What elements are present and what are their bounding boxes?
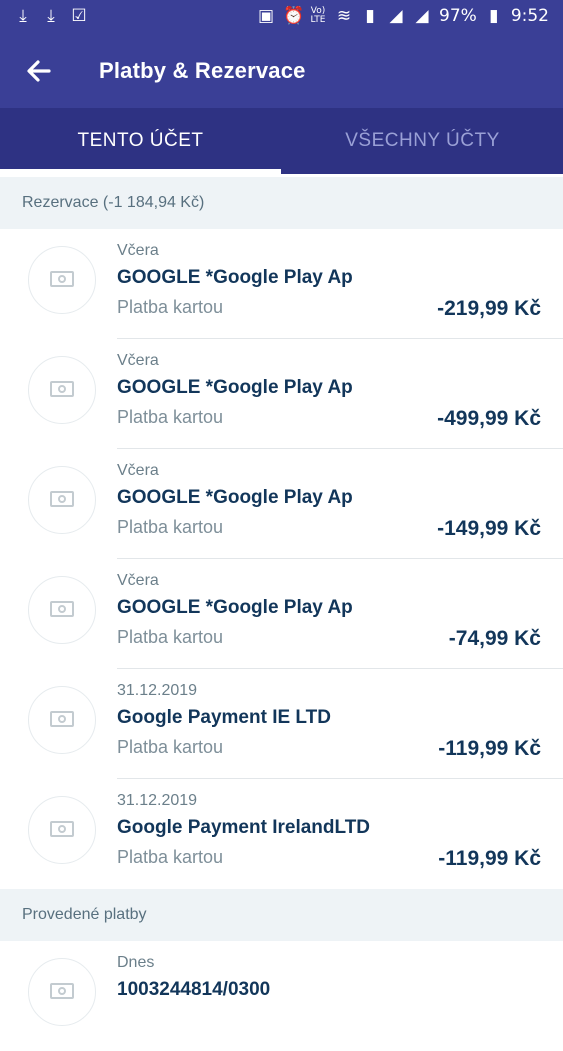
transaction-row[interactable]: Včera GOOGLE *Google Play Ap Platba kart… xyxy=(0,339,563,449)
status-bar: ⤓ ⤓ ☑ ▣ ⏰ Vo) LTE ≋ ▮ ◢ ◢ 97% ▮ 9:52 xyxy=(0,0,563,34)
transaction-amount: -149,99 Kč xyxy=(437,517,541,540)
nfc-icon: ▣ xyxy=(257,6,275,26)
banknote-icon xyxy=(50,601,74,617)
transaction-merchant: GOOGLE *Google Play Ap xyxy=(117,487,353,508)
avatar xyxy=(28,246,96,314)
tab-bar: TENTO ÚČET VŠECHNY ÚČTY xyxy=(0,108,563,174)
transaction-merchant: Google Payment IE LTD xyxy=(117,707,331,728)
banknote-icon xyxy=(50,711,74,727)
avatar xyxy=(28,576,96,644)
download-icon: ⤓ xyxy=(47,6,55,25)
transaction-date: Včera xyxy=(117,572,159,589)
transaction-merchant: Google Payment IrelandLTD xyxy=(117,817,371,838)
status-left-icons: ⤓ ⤓ ☑ xyxy=(14,7,88,25)
section-header-label: Provedené platby xyxy=(22,906,147,923)
transaction-type: Platba kartou xyxy=(117,847,224,867)
transaction-date: 31.12.2019 xyxy=(117,682,198,699)
app-bar: Platby & Rezervace xyxy=(0,34,563,108)
transaction-type: Platba kartou xyxy=(117,737,224,757)
section-header-reservations: Rezervace (-1 184,94 Kč) xyxy=(0,177,563,229)
transaction-row[interactable]: 31.12.2019 Google Payment IrelandLTD Pla… xyxy=(0,779,563,889)
transaction-row[interactable]: Včera GOOGLE *Google Play Ap Platba kart… xyxy=(0,229,563,339)
section-header-label: Rezervace (-1 184,94 Kč) xyxy=(22,194,205,211)
checkbox-icon: ☑ xyxy=(71,6,87,25)
battery-icon: ▮ xyxy=(489,6,499,26)
battery-percent: 97% xyxy=(439,6,477,26)
transaction-row[interactable]: Včera GOOGLE *Google Play Ap Platba kart… xyxy=(0,449,563,559)
transaction-amount: -219,99 Kč xyxy=(437,297,541,320)
transaction-merchant: 1003244814/0300 xyxy=(117,979,271,1000)
transaction-amount: -74,99 Kč xyxy=(448,627,541,650)
transaction-type: Platba kartou xyxy=(117,517,224,537)
tab-this-account[interactable]: TENTO ÚČET xyxy=(0,108,281,174)
wifi-icon: ≋ xyxy=(336,6,352,26)
transaction-date: 31.12.2019 xyxy=(117,792,198,809)
transaction-merchant: GOOGLE *Google Play Ap xyxy=(117,267,353,288)
transaction-date: Včera xyxy=(117,352,159,369)
transaction-merchant: GOOGLE *Google Play Ap xyxy=(117,377,353,398)
tab-all-accounts[interactable]: VŠECHNY ÚČTY xyxy=(282,108,563,174)
transaction-merchant: GOOGLE *Google Play Ap xyxy=(117,597,353,618)
banknote-icon xyxy=(50,821,74,837)
signal-icon: ◢ xyxy=(415,6,429,26)
banknote-icon xyxy=(50,983,74,999)
section-header-completed-payments: Provedené platby xyxy=(0,889,563,941)
avatar xyxy=(28,796,96,864)
avatar xyxy=(28,686,96,754)
clock: 9:52 xyxy=(510,6,549,26)
transaction-row[interactable]: 31.12.2019 Google Payment IE LTD Platba … xyxy=(0,669,563,779)
transaction-date: Včera xyxy=(117,242,159,259)
transaction-amount: -119,99 Kč xyxy=(438,847,541,870)
back-button[interactable] xyxy=(22,54,56,88)
banknote-icon xyxy=(50,381,74,397)
transaction-amount: -499,99 Kč xyxy=(437,407,541,430)
transaction-amount: -119,99 Kč xyxy=(438,737,541,760)
transaction-type: Platba kartou xyxy=(117,407,224,427)
transaction-row[interactable]: Včera GOOGLE *Google Play Ap Platba kart… xyxy=(0,559,563,669)
transaction-row[interactable]: Dnes 1003244814/0300 xyxy=(0,941,563,1051)
alarm-icon: ⏰ xyxy=(283,6,305,26)
volte-icon: Vo) LTE xyxy=(310,6,326,25)
transaction-date: Včera xyxy=(117,462,159,479)
back-arrow-icon xyxy=(27,60,51,82)
signal-icon: ◢ xyxy=(389,6,403,26)
avatar xyxy=(28,958,96,1026)
transaction-date: Dnes xyxy=(117,954,155,971)
status-right-icons: ▣ ⏰ Vo) LTE ≋ ▮ ◢ ◢ 97% ▮ 9:52 xyxy=(257,6,549,26)
transaction-type: Platba kartou xyxy=(117,297,224,317)
sim-icon: ▮ xyxy=(365,6,375,26)
download-icon: ⤓ xyxy=(19,6,27,25)
avatar xyxy=(28,356,96,424)
banknote-icon xyxy=(50,271,74,287)
banknote-icon xyxy=(50,491,74,507)
page-title: Platby & Rezervace xyxy=(99,58,306,83)
tab-indicator xyxy=(0,169,281,174)
transaction-type: Platba kartou xyxy=(117,627,224,647)
avatar xyxy=(28,466,96,534)
